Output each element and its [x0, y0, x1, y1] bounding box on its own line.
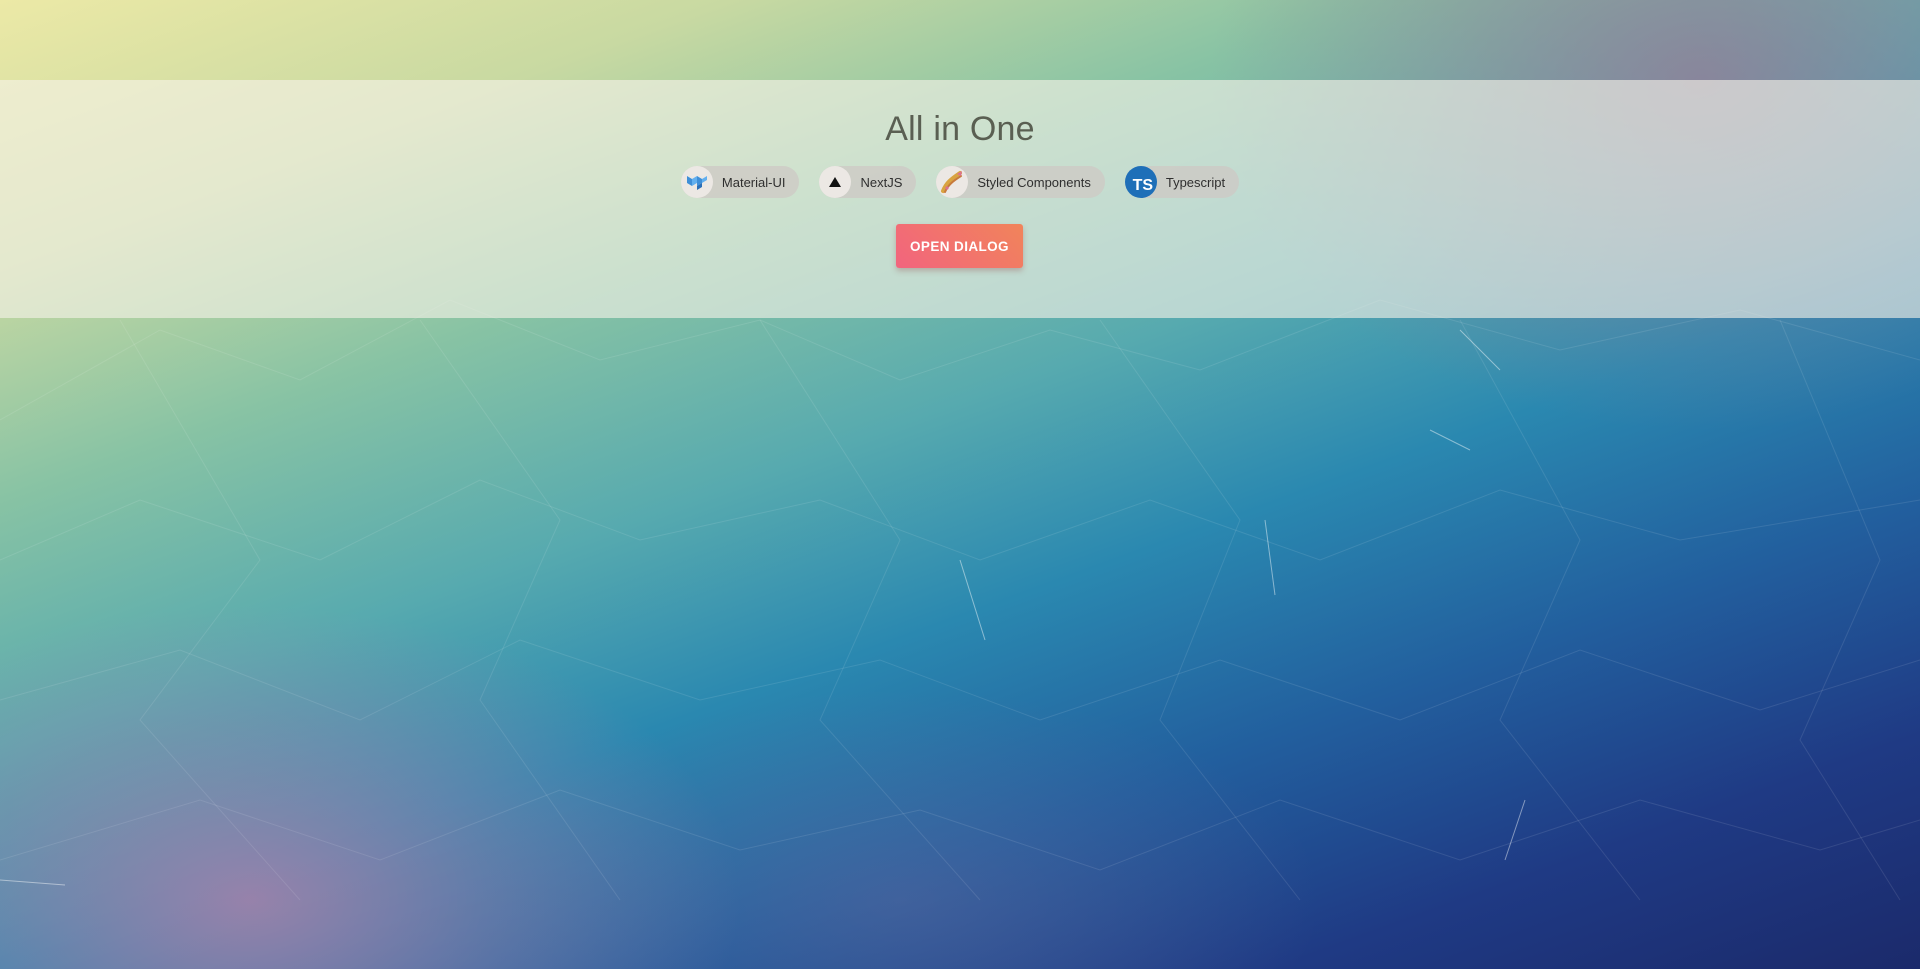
typescript-icon: TS — [1124, 166, 1157, 198]
chip-label: Typescript — [1165, 174, 1226, 190]
chip-material-ui[interactable]: Material-UI — [680, 166, 800, 198]
chip-label: NextJS — [860, 174, 903, 190]
chip-styled-components[interactable]: Styled Components — [936, 166, 1105, 198]
hero-banner: All in One Material-UI NextJS Styled Com… — [0, 80, 1920, 318]
chip-typescript[interactable]: TS Typescript — [1124, 166, 1240, 198]
chip-nextjs[interactable]: NextJS — [819, 166, 917, 198]
chip-label: Styled Components — [977, 174, 1091, 190]
chip-label: Material-UI — [721, 174, 786, 190]
tech-chip-list: Material-UI NextJS Styled Components TS … — [0, 166, 1920, 198]
typescript-icon-text: TS — [1132, 177, 1154, 194]
open-dialog-button[interactable]: OPEN DIALOG — [896, 224, 1023, 268]
styled-components-icon — [936, 166, 969, 198]
material-ui-icon — [680, 166, 713, 198]
nextjs-triangle-icon — [819, 166, 852, 198]
page-title: All in One — [885, 110, 1035, 148]
